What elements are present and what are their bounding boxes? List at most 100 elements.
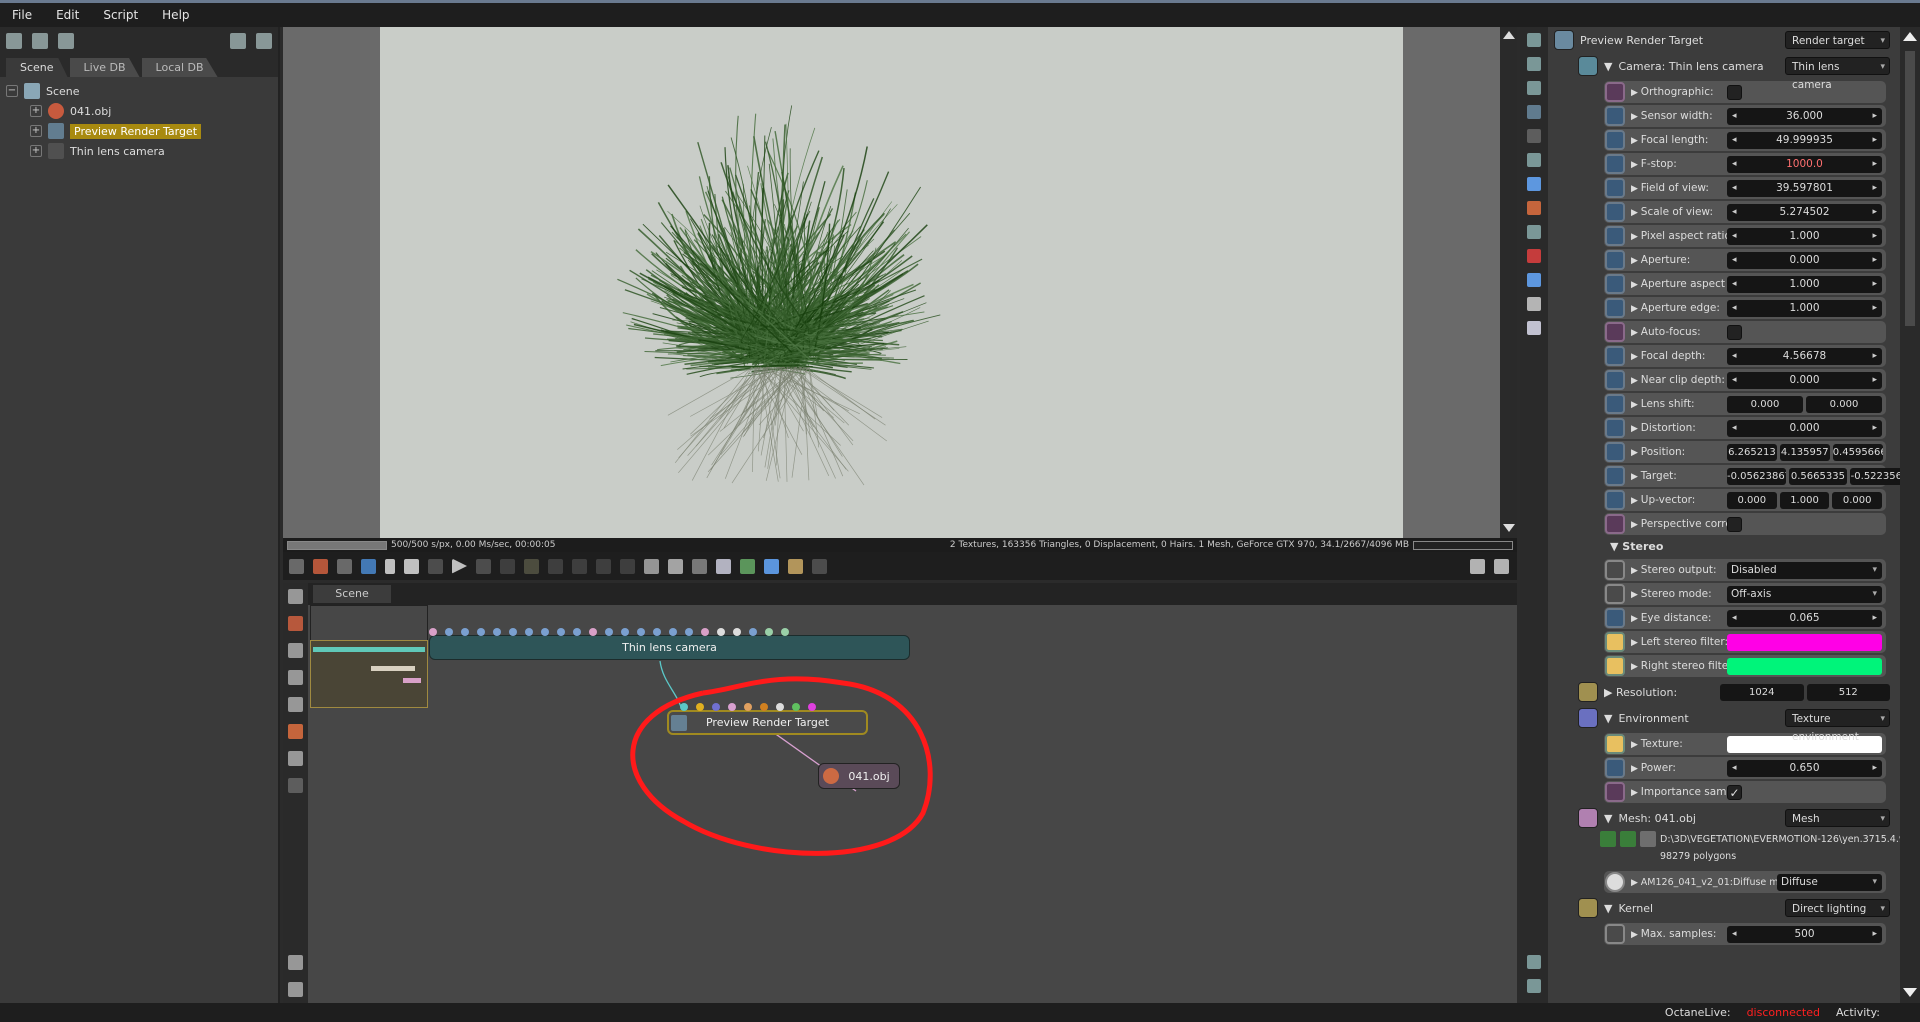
input-pin[interactable] [728,703,736,711]
value-dropdown[interactable]: Disabled [1727,561,1882,579]
kernel-icon[interactable] [1527,225,1541,239]
color-picker-icon[interactable] [524,558,539,574]
material-picker-icon[interactable] [548,558,563,574]
outliner-menu-icon[interactable] [6,33,22,49]
camera-header[interactable]: ▼ Camera: Thin lens camera Thin lens cam… [1548,53,1900,91]
value-slider[interactable]: 5.274502 [1727,203,1882,221]
mesh-icon[interactable] [1527,201,1541,215]
input-pin[interactable] [776,703,784,711]
max-samples-slider[interactable]: 500 [1727,925,1882,943]
menu-script[interactable]: Script [103,8,138,22]
vector-fields[interactable]: 0.000 0.000 [1727,395,1882,413]
vector-component-field[interactable]: 0.000 [1727,491,1777,509]
zoom-region-icon[interactable] [644,558,659,574]
value-slider[interactable]: 0.650 [1727,759,1882,777]
input-pin[interactable] [557,628,565,636]
vector-fields[interactable]: 0.000 1.000 0.000 [1727,491,1883,509]
camera-type-dropdown[interactable]: Thin lens camera [1785,57,1890,91]
checkbox[interactable] [1727,84,1742,100]
vector-component-field[interactable]: -0.05623867 [1727,467,1786,485]
input-pin[interactable] [445,628,453,636]
layers-icon[interactable] [1527,57,1541,71]
input-pin[interactable] [605,628,613,636]
vector-component-field[interactable]: 6.265213 [1727,443,1777,461]
input-pin[interactable] [696,703,704,711]
color-cube-icon[interactable] [361,558,376,574]
tab-local-db[interactable]: Local DB [141,58,218,77]
imager-icon[interactable] [1527,273,1541,287]
tree-item-render-target[interactable]: + Preview Render Target [6,121,272,141]
collapse-icon[interactable]: − [6,85,18,97]
vector-fields[interactable]: 6.265213 4.135957 0.4595666 [1727,443,1883,461]
expand-icon[interactable]: + [30,145,42,157]
input-pin[interactable] [733,628,741,636]
kernel-collapse-icon[interactable]: ▼ [1604,902,1612,915]
vector-component-field[interactable]: -0.5223567 [1850,467,1900,485]
scrollbar-thumb[interactable] [1905,51,1915,326]
input-pin[interactable] [808,703,816,711]
mesh-type-dropdown[interactable]: Mesh [1785,809,1890,828]
mesh-collapse-icon[interactable]: ▼ [1604,812,1612,825]
input-pin[interactable] [653,628,661,636]
refresh-icon[interactable] [1620,831,1636,847]
input-pin[interactable] [749,628,757,636]
fullscreen-icon[interactable] [1527,979,1541,993]
menu-help[interactable]: Help [162,8,189,22]
material-icon[interactable] [1527,249,1541,263]
reset-camera-icon[interactable] [313,558,328,574]
mesh-header[interactable]: ▼ Mesh: 041.obj Mesh [1548,805,1900,831]
stop-icon[interactable] [385,558,395,574]
expand-icon[interactable]: + [30,125,42,137]
input-pin[interactable] [760,703,768,711]
input-pin[interactable] [744,703,752,711]
node-preview-render-target[interactable]: Preview Render Target [667,710,868,735]
save-render-icon[interactable] [740,558,755,574]
resolution-width-field[interactable]: 1024 [1720,683,1804,701]
input-pin[interactable] [509,628,517,636]
scroll-up-icon[interactable] [1502,31,1515,39]
expand-icon[interactable]: + [30,105,42,117]
vector-component-field[interactable]: 0.4595666 [1832,443,1883,461]
render-target-type-dropdown[interactable]: Render target [1785,31,1890,50]
value-slider[interactable]: 0.000 [1727,251,1882,269]
render-settings-icon[interactable] [788,558,803,574]
render-viewport[interactable] [283,27,1500,538]
input-pin[interactable] [429,628,437,636]
camera-collapse-icon[interactable]: ▼ [1604,60,1612,73]
vector-component-field[interactable]: 1.000 [1779,491,1830,509]
input-pin[interactable] [792,703,800,711]
stereo-section-header[interactable]: ▼ Stereo [1610,537,1900,557]
pause-icon[interactable] [428,558,443,574]
input-pin[interactable] [589,628,597,636]
value-slider[interactable]: 36.000 [1727,107,1882,125]
vector-component-field[interactable]: 0.000 [1806,395,1882,413]
node-mesh-041[interactable]: 041.obj [818,763,900,789]
input-pin[interactable] [685,628,693,636]
environment-icon[interactable] [1527,177,1541,191]
wrench-icon[interactable] [1640,831,1656,847]
color-swatch[interactable] [1727,657,1882,675]
wrench-icon[interactable] [230,33,246,49]
camera-icon[interactable] [1527,129,1541,143]
checkbox[interactable] [1727,324,1742,340]
node-graph-editor[interactable]: Scene Thin lens camera Preview Render Ta… [283,583,1517,1003]
layers-icon[interactable] [32,33,48,49]
render-target-icon[interactable] [1527,105,1541,119]
input-pin[interactable] [680,703,688,711]
value-slider[interactable]: 1.000 [1727,227,1882,245]
value-slider[interactable]: 1.000 [1727,275,1882,293]
input-pin[interactable] [621,628,629,636]
collapse-icon[interactable] [1527,81,1541,95]
scroll-down-icon[interactable] [1903,988,1917,997]
material-type-dropdown[interactable]: Diffuse [1777,873,1882,891]
value-slider[interactable]: 1.000 [1727,299,1882,317]
vector-fields[interactable]: -0.056238670.5665335-0.5223567 [1727,467,1900,485]
environment-type-dropdown[interactable]: Texture environment [1785,709,1890,743]
scroll-down-icon[interactable] [1503,524,1515,532]
tree-item-camera[interactable]: + Thin lens camera [6,141,272,161]
tree-item-mesh[interactable]: +041.obj [6,101,272,121]
vector-component-field[interactable]: 0.5665335 [1788,467,1848,485]
region-icon[interactable] [620,558,635,574]
value-dropdown[interactable]: Off-axis [1727,585,1882,603]
restart-icon[interactable] [404,558,419,574]
